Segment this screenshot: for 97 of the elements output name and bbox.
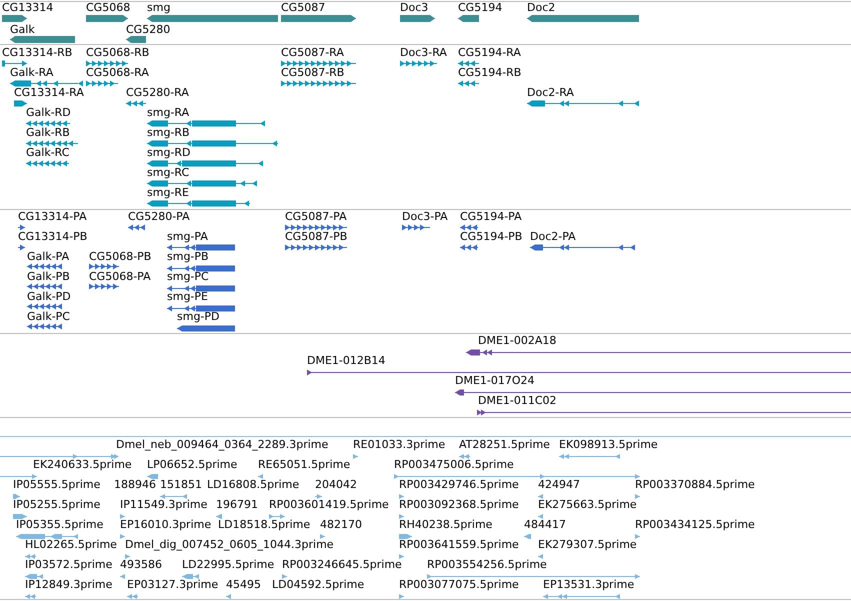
feature-label: IP03572.5prime <box>25 558 112 571</box>
feature-label: CG5194-RB <box>458 66 522 79</box>
feature-label: smg-PE <box>167 290 208 303</box>
feature-label: IP12849.3prime <box>25 578 112 591</box>
feature-label: Dmel_dig_007452_0605_1044.3prime <box>125 538 334 551</box>
feature-label: RP003601419.5prime <box>269 498 389 511</box>
feature-label: CG5068-PB <box>89 250 152 263</box>
feature-label: 188946 <box>114 478 156 491</box>
feature-label: smg-RE <box>147 186 189 199</box>
feature-label: EK098913.5prime <box>559 438 658 451</box>
feature-label: smg <box>147 1 170 14</box>
feature-label: CG5087-RA <box>281 46 344 59</box>
feature-label: CG5280 <box>126 23 170 36</box>
feature-label: CG5087 <box>281 1 326 14</box>
feature-label: DME1-017O24 <box>455 374 535 387</box>
feature-label: smg-RD <box>147 146 191 159</box>
feature-label: CG13314-RB <box>2 46 72 59</box>
feature-label: CG13314-PA <box>18 210 87 223</box>
feature-label: Doc3-PA <box>402 210 448 223</box>
feature-label: CG5194-PB <box>460 230 522 243</box>
feature-label: smg-RA <box>147 106 190 119</box>
feature-label: CG5194-PA <box>460 210 522 223</box>
feature-label: RP003246645.5prime <box>282 558 402 571</box>
feature-label: RP003475006.5prime <box>394 458 514 471</box>
feature-label: IP11549.3prime <box>120 498 208 511</box>
feature-label: RP003092368.5prime <box>399 498 519 511</box>
feature-label: EK279307.5prime <box>538 538 637 551</box>
feature-label: CG5087-RB <box>281 66 344 79</box>
feature-label: 45495 <box>226 578 261 591</box>
feature-label: CG13314-PB <box>18 230 88 243</box>
feature-label: LD04592.5prime <box>272 578 364 591</box>
feature-label: DME1-011C02 <box>478 394 557 407</box>
feature-label: Galk-RC <box>26 146 70 159</box>
feature-label: EP03127.3prime <box>127 578 218 591</box>
feature-label: 204042 <box>315 478 357 491</box>
feature-label: 151851 <box>160 478 202 491</box>
feature-label: CG13314-RA <box>14 86 84 99</box>
feature-label: CG5068-PA <box>89 270 151 283</box>
feature-label: CG5068-RB <box>86 46 150 59</box>
feature-label: AT28251.5prime <box>459 438 550 451</box>
feature-label: EP13531.3prime <box>543 578 634 591</box>
feature-label: Dmel_neb_009464_0364_2289.3prime <box>116 438 328 451</box>
feature-label: IP05355.5prime <box>16 518 104 531</box>
feature-label: RE01033.3prime <box>353 438 446 451</box>
feature-label: LD18518.5prime <box>218 518 310 531</box>
feature-label: DME1-002A18 <box>478 334 556 347</box>
feature-label: IP05255.5prime <box>13 498 100 511</box>
feature-label: LD16808.5prime <box>207 478 300 491</box>
feature-label: RP003434125.5prime <box>635 518 755 531</box>
feature-label: CG5068-RA <box>86 66 149 79</box>
feature-label: 196791 <box>216 498 258 511</box>
feature-label: Galk-PC <box>27 310 70 323</box>
feature-label: Doc3-RA <box>400 46 447 59</box>
feature-label: 424947 <box>538 478 580 491</box>
feature-label: Galk-RA <box>10 66 54 79</box>
feature-label: RP003429746.5prime <box>399 478 519 491</box>
feature-label: smg-PD <box>177 310 220 323</box>
feature-label: CG5068 <box>86 1 130 14</box>
feature-label: RP003077075.5prime <box>399 578 519 591</box>
feature-label: Doc2-RA <box>527 86 574 99</box>
feature-label: HL02265.5prime <box>25 538 117 551</box>
feature-label: CG13314 <box>2 1 54 14</box>
feature-label: RP003370884.5prime <box>635 478 755 491</box>
feature-label: Galk-PA <box>27 250 70 263</box>
feature-label: RE65051.5prime <box>258 458 350 471</box>
feature-label: Galk <box>10 23 35 36</box>
feature-label: EK240633.5prime <box>33 458 132 471</box>
feature-label: Galk-PD <box>27 290 71 303</box>
feature-label: smg-RC <box>147 166 190 179</box>
feature-label: RP003554256.5prime <box>427 558 547 571</box>
feature-label: Doc2 <box>527 1 556 14</box>
feature-label: Galk-RB <box>26 126 70 139</box>
feature-label: smg-PC <box>167 270 209 283</box>
feature-label: Doc3 <box>400 1 428 14</box>
feature-label: RP003641559.5prime <box>399 538 519 551</box>
feature-label: smg-PA <box>167 230 208 243</box>
feature-label: Galk-RD <box>26 106 71 119</box>
feature-label: smg-PB <box>167 250 209 263</box>
feature-label: smg-RB <box>147 126 190 139</box>
feature-label: DME1-012B14 <box>307 354 386 367</box>
feature-label: 482170 <box>320 518 362 531</box>
feature-label: EK275663.5prime <box>538 498 637 511</box>
feature-label: 493586 <box>120 558 162 571</box>
feature-label: CG5087-PA <box>285 210 347 223</box>
feature-label: CG5280-PA <box>128 210 190 223</box>
feature-label: Doc2-PA <box>530 230 576 243</box>
feature-label: CG5280-RA <box>126 86 189 99</box>
feature-label: EP16010.3prime <box>120 518 212 531</box>
feature-label: LD22995.5prime <box>182 558 274 571</box>
feature-label: CG5194-RA <box>458 46 521 59</box>
feature-label: 484417 <box>524 518 566 531</box>
feature-label: RH40238.5prime <box>399 518 492 531</box>
feature-label: LP06652.5prime <box>147 458 238 471</box>
feature-label: IP05555.5prime <box>13 478 100 491</box>
feature-label: Galk-PB <box>27 270 70 283</box>
feature-label: CG5087-PB <box>285 230 348 243</box>
feature-label: CG5194 <box>458 1 502 14</box>
